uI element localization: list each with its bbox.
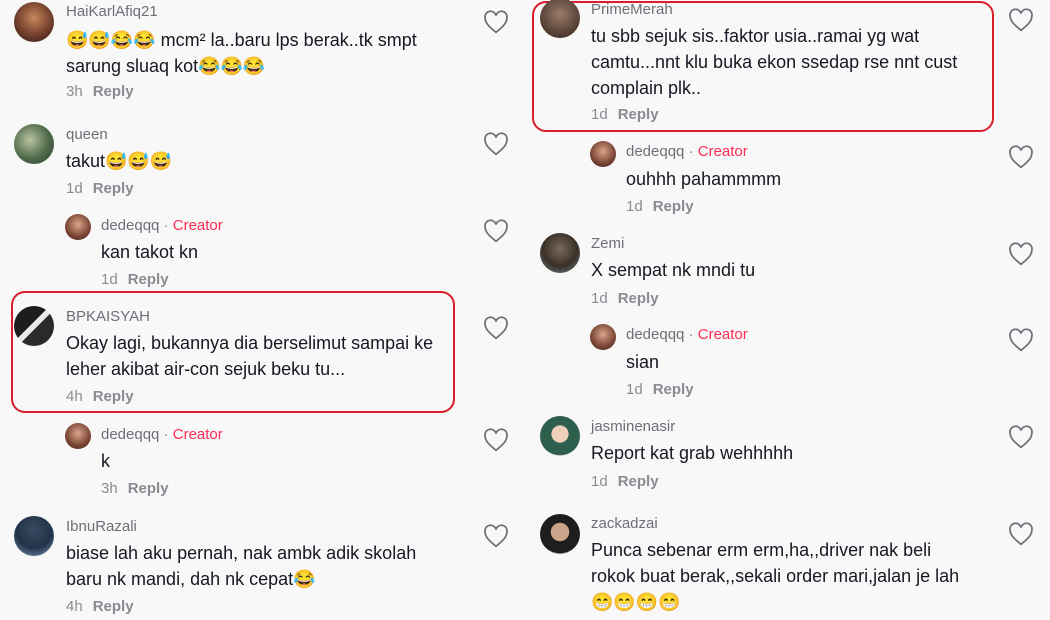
comment-username[interactable]: Zemi bbox=[591, 235, 624, 252]
avatar[interactable] bbox=[590, 141, 616, 167]
like-heart-icon[interactable] bbox=[483, 524, 509, 548]
reply-button[interactable]: Reply bbox=[653, 381, 694, 398]
comment-text: tu sbb sejuk sis..faktor usia..ramai yg … bbox=[591, 26, 958, 98]
comment-username[interactable]: BPKAISYAH bbox=[66, 308, 150, 325]
comment-username[interactable]: jasminenasir bbox=[591, 418, 675, 435]
comment-meta: 3h Reply bbox=[66, 83, 134, 100]
creator-badge: Creator bbox=[697, 326, 748, 343]
reply-button[interactable]: Reply bbox=[653, 198, 694, 215]
reply-button[interactable]: Reply bbox=[93, 598, 134, 615]
creator-badge: Creator bbox=[172, 426, 223, 443]
separator-dot: · bbox=[159, 426, 173, 443]
comment-text: X sempat nk mndi tu bbox=[591, 260, 756, 280]
reply-button[interactable]: Reply bbox=[618, 106, 659, 123]
avatar[interactable] bbox=[540, 514, 580, 554]
reply-username[interactable]: dedeqqq bbox=[626, 326, 684, 343]
reply-username[interactable]: dedeqqq bbox=[101, 217, 159, 234]
comments-column-left: HaiKarlAfiq21 😅😅😂😂 mcm² la..baru lps ber… bbox=[0, 0, 525, 620]
like-heart-icon[interactable] bbox=[1008, 8, 1034, 32]
reply-button[interactable]: Reply bbox=[93, 83, 134, 100]
like-heart-icon[interactable] bbox=[483, 132, 509, 156]
like-heart-icon[interactable] bbox=[483, 10, 509, 34]
comment-time: 1d bbox=[591, 290, 608, 307]
avatar[interactable] bbox=[540, 416, 580, 456]
avatar[interactable] bbox=[14, 306, 54, 346]
like-heart-icon[interactable] bbox=[1008, 242, 1034, 266]
comment-time: 1d bbox=[66, 180, 83, 197]
comment-meta: 1d Reply bbox=[591, 290, 659, 307]
reply-button[interactable]: Reply bbox=[618, 473, 659, 490]
comment-username: dedeqqq · Creator bbox=[101, 217, 223, 234]
comment-time: 1d bbox=[591, 106, 608, 123]
comment-meta: 1d Reply bbox=[591, 106, 659, 123]
creator-badge: Creator bbox=[172, 217, 223, 234]
comment-text: takut😅😅😅 bbox=[66, 151, 173, 171]
comment-username[interactable]: queen bbox=[66, 126, 108, 143]
reply-username[interactable]: dedeqqq bbox=[101, 426, 159, 443]
comment-meta: 1d Reply bbox=[626, 381, 694, 398]
like-heart-icon[interactable] bbox=[1008, 425, 1034, 449]
comment-text: Report kat grab wehhhhh bbox=[591, 443, 794, 463]
avatar[interactable] bbox=[590, 324, 616, 350]
comment-time: 4h bbox=[66, 598, 83, 615]
reply-button[interactable]: Reply bbox=[128, 480, 169, 497]
comment-username[interactable]: IbnuRazali bbox=[66, 518, 137, 535]
like-heart-icon[interactable] bbox=[483, 428, 509, 452]
comment-meta: 4h Reply bbox=[66, 388, 134, 405]
creator-badge: Creator bbox=[697, 143, 748, 160]
comment-text: k bbox=[101, 451, 110, 471]
reply-button[interactable]: Reply bbox=[618, 290, 659, 307]
comment-meta: 1d Reply bbox=[66, 180, 134, 197]
comment-username[interactable]: PrimeMerah bbox=[591, 1, 673, 18]
comment-meta: 1d Reply bbox=[626, 198, 694, 215]
avatar[interactable] bbox=[14, 516, 54, 556]
avatar[interactable] bbox=[65, 423, 91, 449]
comment-username: dedeqqq · Creator bbox=[101, 426, 223, 443]
separator-dot: · bbox=[684, 326, 698, 343]
reply-button[interactable]: Reply bbox=[128, 271, 169, 288]
comment-text: ouhhh pahammmm bbox=[626, 169, 782, 189]
avatar[interactable] bbox=[14, 124, 54, 164]
avatar[interactable] bbox=[65, 214, 91, 240]
comment-username[interactable]: HaiKarlAfiq21 bbox=[66, 3, 158, 20]
comments-column-right: PrimeMerah tu sbb sejuk sis..faktor usia… bbox=[525, 0, 1050, 620]
comment-meta: 1d Reply bbox=[591, 473, 659, 490]
comment-text: 😅😅😂😂 mcm² la..baru lps berak..tk smpt sa… bbox=[66, 30, 417, 76]
comment-time: 1d bbox=[626, 381, 643, 398]
like-heart-icon[interactable] bbox=[1008, 145, 1034, 169]
like-heart-icon[interactable] bbox=[1008, 328, 1034, 352]
separator-dot: · bbox=[684, 143, 698, 160]
reply-button[interactable]: Reply bbox=[93, 180, 134, 197]
comment-username: dedeqqq · Creator bbox=[626, 143, 748, 160]
comment-text: biase lah aku pernah, nak ambk adik skol… bbox=[66, 543, 417, 589]
comment-meta: 4h Reply bbox=[66, 598, 134, 615]
comment-text: Punca sebenar erm erm,ha,,driver nak bel… bbox=[591, 540, 960, 612]
comment-username: dedeqqq · Creator bbox=[626, 326, 748, 343]
avatar[interactable] bbox=[540, 233, 580, 273]
comment-meta: 3h Reply bbox=[101, 480, 169, 497]
separator-dot: · bbox=[159, 217, 173, 234]
comment-username[interactable]: zackadzai bbox=[591, 515, 658, 532]
like-heart-icon[interactable] bbox=[483, 219, 509, 243]
avatar[interactable] bbox=[14, 2, 54, 42]
comment-time: 1d bbox=[101, 271, 118, 288]
like-heart-icon[interactable] bbox=[483, 316, 509, 340]
comment-time: 3h bbox=[101, 480, 118, 497]
like-heart-icon[interactable] bbox=[1008, 522, 1034, 546]
comment-time: 3h bbox=[66, 83, 83, 100]
comment-time: 1d bbox=[626, 198, 643, 215]
comment-time: 4h bbox=[66, 388, 83, 405]
comment-text: Okay lagi, bukannya dia berselimut sampa… bbox=[66, 333, 434, 379]
reply-button[interactable]: Reply bbox=[93, 388, 134, 405]
comment-meta: 1d Reply bbox=[101, 271, 169, 288]
reply-username[interactable]: dedeqqq bbox=[626, 143, 684, 160]
comment-text: kan takot kn bbox=[101, 242, 199, 262]
comment-time: 1d bbox=[591, 473, 608, 490]
comment-text: sian bbox=[626, 352, 660, 372]
